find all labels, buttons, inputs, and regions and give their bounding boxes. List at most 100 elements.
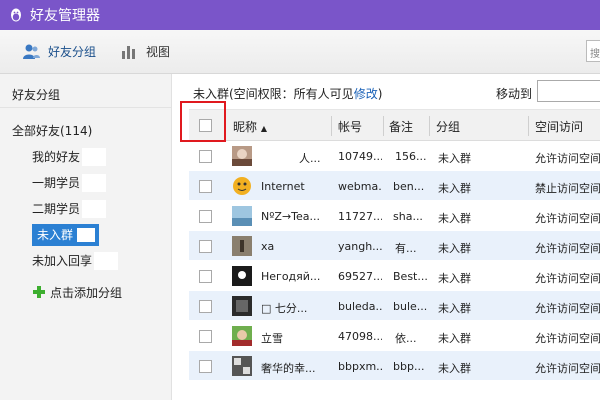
group-cell: 未入群 [438, 302, 471, 315]
table-row[interactable]: □ 七分... buleda... bule... 未入群 允许访问空间 [189, 291, 600, 321]
sort-arrow-icon: ▲ [260, 124, 267, 133]
account-cell: webma... [338, 180, 382, 193]
remark-cell: ben... [393, 180, 425, 193]
group-cell: 未入群 [438, 272, 471, 285]
nick-cell: 奢华的幸... [261, 362, 316, 375]
close-paren: ) [377, 87, 383, 101]
group-permission-text: 未入群(空间权限：所有人可见 [193, 87, 354, 101]
avatar [233, 177, 251, 195]
column-divider [331, 116, 332, 136]
space-cell: 禁止访问空间 [535, 182, 600, 195]
redaction-mask [82, 174, 107, 192]
sidebar-item-label: 未入群 [32, 224, 100, 246]
move-to-dropdown[interactable] [537, 80, 600, 102]
nick-cell: 人... [299, 152, 321, 165]
account-cell: 10749... [338, 150, 382, 163]
nick-cell: Негодяй... [261, 270, 321, 283]
table-row[interactable]: 立雪 47098... 依... 未入群 允许访问空间 [189, 321, 600, 351]
remark-cell: sha... [393, 210, 423, 223]
nick-cell: NºZ→Tea... [261, 210, 321, 223]
remark-cell: Best... [393, 270, 428, 283]
account-cell: 69527... [338, 270, 382, 283]
table-row[interactable]: Internet webma... ben... 未入群 禁止访问空间 [189, 171, 600, 201]
view-label: 视图 [146, 45, 171, 59]
toolbar: 好友分组 视图 搜 [0, 30, 600, 74]
sidebar-item-not-in-group[interactable]: 未入群 [32, 222, 171, 248]
space-cell: 允许访问空间 [535, 362, 600, 375]
row-checkbox[interactable] [199, 270, 212, 283]
sidebar-item-not-joined[interactable]: 未加入回享 [32, 248, 171, 274]
row-checkbox[interactable] [199, 150, 212, 163]
annotation-highlight [180, 101, 226, 142]
sidebar: 好友分组 全部好友(114) 我的好友 一期学员 二期学员 未入群 未加入回享 … [0, 74, 172, 400]
view-button[interactable]: 视图 [120, 43, 170, 61]
friend-groups-button[interactable]: 好友分组 [22, 43, 96, 61]
row-checkbox[interactable] [199, 360, 212, 373]
table-header: 昵称 ▲ 帐号 备注 分组 空间访问 [189, 109, 600, 141]
search-input[interactable]: 搜 [586, 40, 600, 62]
table-row[interactable]: 人... 10749... 156... 未入群 允许访问空间 [189, 141, 600, 171]
column-header-nick[interactable]: 昵称 ▲ [233, 118, 267, 135]
move-to-label: 移动到 [496, 87, 533, 101]
row-checkbox[interactable] [199, 210, 212, 223]
plus-icon [33, 286, 45, 298]
friends-table: 昵称 ▲ 帐号 备注 分组 空间访问 人... 10749... 156... … [189, 109, 600, 400]
redaction-mask [82, 200, 107, 218]
users-icon [23, 44, 40, 59]
nick-header-label: 昵称 [233, 120, 258, 134]
column-header-group[interactable]: 分组 [436, 118, 460, 135]
modify-link[interactable]: 修改 [354, 87, 378, 101]
group-cell: 未入群 [438, 332, 471, 345]
remark-cell: bbp... [393, 360, 425, 373]
column-header-remark[interactable]: 备注 [389, 118, 413, 135]
account-cell: buleda... [338, 300, 382, 313]
table-row[interactable]: 奢华的幸... bbpxm... bbp... 未入群 允许访问空间 [189, 351, 600, 381]
group-cell: 未入群 [438, 242, 471, 255]
sidebar-item-label: 一期学员 [32, 176, 81, 190]
table-row[interactable]: NºZ→Tea... 11727... sha... 未入群 允许访问空间 [189, 201, 600, 231]
sidebar-item-phase1[interactable]: 一期学员 [32, 170, 171, 196]
group-cell: 未入群 [438, 362, 471, 375]
redaction-mask [82, 148, 107, 166]
table-row[interactable]: Негодяй... 69527... Best... 未入群 允许访问空间 [189, 261, 600, 291]
sidebar-item-text: 未入群 [37, 228, 74, 242]
sidebar-item-label: 二期学员 [32, 202, 81, 216]
row-checkbox[interactable] [199, 240, 212, 253]
row-checkbox[interactable] [199, 300, 212, 313]
redaction-mask [77, 228, 96, 242]
column-divider [528, 116, 529, 136]
friend-groups-label: 好友分组 [48, 45, 97, 59]
sidebar-item-all-friends[interactable]: 全部好友(114) [0, 108, 171, 144]
nick-cell: xa [261, 240, 275, 253]
space-cell: 允许访问空间 [535, 152, 600, 165]
avatar [232, 236, 252, 256]
nick-cell: 立雪 [261, 332, 283, 345]
space-cell: 允许访问空间 [535, 302, 600, 315]
account-cell: 11727... [338, 210, 382, 223]
remark-cell: 有... [395, 242, 417, 255]
sidebar-item-my-friends[interactable]: 我的好友 [32, 144, 171, 170]
table-row[interactable]: xa yangh... 有... 未入群 允许访问空间 [189, 231, 600, 261]
avatar [232, 356, 252, 376]
column-divider [429, 116, 430, 136]
window-title: 好友管理器 [30, 8, 100, 24]
nick-cell: Internet [261, 180, 305, 193]
account-cell: bbpxm... [338, 360, 382, 373]
avatar [232, 146, 252, 166]
sidebar-item-label: 未加入回享 [32, 254, 93, 268]
column-header-space[interactable]: 空间访问 [535, 118, 583, 135]
row-checkbox[interactable] [199, 330, 212, 343]
add-group-label: 点击添加分组 [50, 285, 123, 300]
remark-cell: 156... [395, 150, 427, 163]
account-cell: yangh... [338, 240, 382, 253]
sidebar-item-phase2[interactable]: 二期学员 [32, 196, 171, 222]
remark-cell: 依... [395, 332, 417, 345]
sidebar-item-label: 我的好友 [32, 150, 81, 164]
column-header-account[interactable]: 帐号 [338, 118, 362, 135]
qq-penguin-icon [11, 8, 21, 22]
add-group-button[interactable]: 点击添加分组 [0, 280, 171, 304]
avatar [232, 206, 252, 226]
row-checkbox[interactable] [199, 180, 212, 193]
title-bar: 好友管理器 [0, 0, 600, 30]
space-cell: 允许访问空间 [535, 212, 600, 225]
